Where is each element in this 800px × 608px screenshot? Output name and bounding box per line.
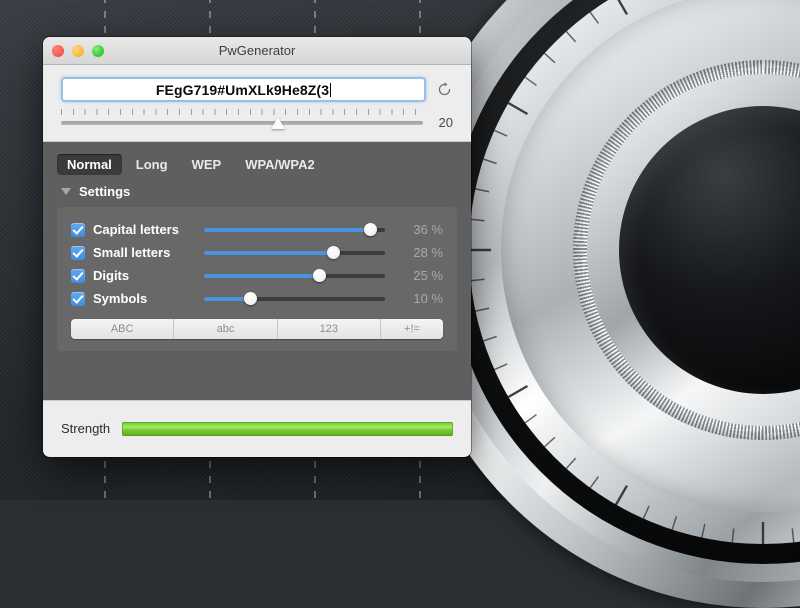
length-slider-knob[interactable] (271, 117, 285, 129)
tab-normal[interactable]: Normal (57, 154, 122, 175)
length-slider-ticks (61, 109, 423, 115)
length-slider-track (61, 121, 423, 125)
checkbox-symbols[interactable] (71, 292, 85, 306)
charset-button-abc-lower[interactable]: abc (174, 319, 277, 339)
slider-symbols[interactable] (204, 292, 385, 306)
length-slider-row: 20 (61, 109, 453, 131)
fabric-stitch (524, 0, 526, 504)
tab-wep[interactable]: WEP (182, 154, 232, 175)
password-input[interactable]: FEgG719#UmXLk9He8Z(3 (61, 77, 426, 102)
option-row-digits: Digits 25 % (71, 264, 443, 287)
strength-meter (122, 422, 453, 436)
tab-long[interactable]: Long (126, 154, 178, 175)
slider-fill (204, 274, 319, 278)
slider-knob[interactable] (313, 269, 326, 282)
window-title: PwGenerator (43, 43, 471, 58)
length-value: 20 (431, 115, 453, 131)
charset-button-symbols[interactable]: +!= (381, 319, 443, 339)
settings-label: Settings (79, 184, 130, 199)
option-percent-capital-letters: 36 % (403, 222, 443, 237)
tab-wpa-wpa2[interactable]: WPA/WPA2 (235, 154, 325, 175)
charset-button-digits[interactable]: 123 (278, 319, 381, 339)
option-label-small-letters: Small letters (93, 245, 196, 260)
settings-options-box: Capital letters 36 % Small letters 28 % (57, 207, 457, 351)
pwgenerator-window: PwGenerator FEgG719#UmXLk9He8Z(3 20 (43, 37, 471, 457)
tab-bar: Normal Long WEP WPA/WPA2 (57, 154, 457, 175)
charset-segmented-control: ABC abc 123 +!= (71, 319, 443, 339)
option-label-capital-letters: Capital letters (93, 222, 196, 237)
slider-knob[interactable] (327, 246, 340, 259)
triangle-down-icon[interactable] (61, 188, 71, 195)
checkbox-small-letters[interactable] (71, 246, 85, 260)
refresh-icon[interactable] (435, 81, 453, 99)
option-percent-symbols: 10 % (403, 291, 443, 306)
slider-digits[interactable] (204, 269, 385, 283)
option-row-small-letters: Small letters 28 % (71, 241, 443, 264)
option-percent-digits: 25 % (403, 268, 443, 283)
option-row-symbols: Symbols 10 % (71, 287, 443, 310)
text-caret (330, 83, 331, 97)
slider-fill (204, 228, 370, 232)
password-panel: FEgG719#UmXLk9He8Z(3 20 (43, 65, 471, 142)
settings-panel: Normal Long WEP WPA/WPA2 Settings Capita… (43, 142, 471, 400)
option-label-digits: Digits (93, 268, 196, 283)
settings-disclosure-row[interactable]: Settings (57, 184, 457, 199)
checkbox-digits[interactable] (71, 269, 85, 283)
option-percent-small-letters: 28 % (403, 245, 443, 260)
slider-small-letters[interactable] (204, 246, 385, 260)
window-titlebar[interactable]: PwGenerator (43, 37, 471, 65)
strength-label: Strength (61, 421, 110, 436)
checkbox-capital-letters[interactable] (71, 223, 85, 237)
length-slider[interactable] (61, 109, 423, 131)
slider-capital-letters[interactable] (204, 223, 385, 237)
option-label-symbols: Symbols (93, 291, 196, 306)
password-value: FEgG719#UmXLk9He8Z(3 (156, 82, 329, 98)
slider-knob[interactable] (244, 292, 257, 305)
fabric-stitch (629, 0, 631, 504)
slider-knob[interactable] (364, 223, 377, 236)
password-row: FEgG719#UmXLk9He8Z(3 (61, 77, 453, 102)
charset-button-abc-upper[interactable]: ABC (71, 319, 174, 339)
strength-footer: Strength (43, 400, 471, 456)
slider-fill (204, 251, 333, 255)
fabric-stitch (734, 0, 736, 504)
option-row-capital-letters: Capital letters 36 % (71, 218, 443, 241)
